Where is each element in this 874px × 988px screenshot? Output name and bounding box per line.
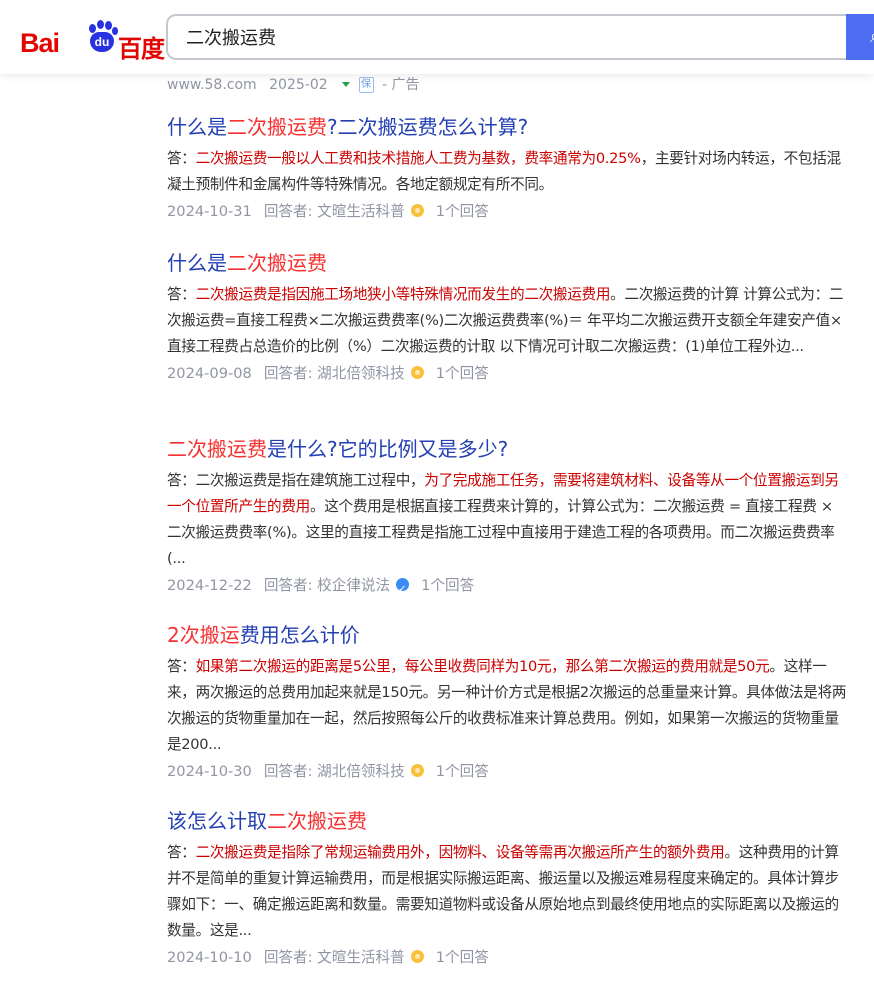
title-keyword: 二次搬运费 [167,437,267,461]
expert-badge-icon [410,949,424,963]
abstract-text: 答：二次搬运费是指在建筑施工过程中， [167,472,425,489]
result-abstract: 答：二次搬运费是指在建筑施工过程中，为了完成施工任务，需要将建筑材料、设备等从一… [167,468,847,572]
abstract-text: 答： [167,658,196,675]
answerer-name[interactable]: 回答者: 湖北倍领科技 [264,365,405,382]
expert-badge-icon [410,763,424,777]
abstract-text: 答： [167,150,196,167]
title-keyword: 二次搬运费 [267,809,367,833]
answer-date: 2024-10-31 [167,203,252,220]
title-text: 是什么?它的比例又是多少? [267,437,509,461]
result-meta: 2024-10-10 回答者: 文暄生活科普 1个回答 [167,944,847,972]
abstract-text: 答： [167,844,196,861]
search-button[interactable]: ⌕ [846,14,874,60]
result-meta: 2024-09-08 回答者: 湖北倍领科技 1个回答 [167,360,847,388]
abstract-highlight: 二次搬运费是指因施工场地狭小等特殊情况而发生的二次搬运费用 [195,286,611,303]
search-box [166,14,846,60]
result-abstract: 答：二次搬运费是指除了常规运输费用外，因物料、设备等需再次搬运所产生的额外费用。… [167,840,847,944]
search-result: 什么是二次搬运费答：二次搬运费是指因施工场地狭小等特殊情况而发生的二次搬运费用。… [167,250,847,388]
search-result: 该怎么计取二次搬运费答：二次搬运费是指除了常规运输费用外，因物料、设备等需再次搬… [167,808,847,972]
answer-date: 2024-10-10 [167,949,252,966]
result-title-link[interactable]: 二次搬运费是什么?它的比例又是多少? [167,436,847,462]
search-result: 2次搬运费用怎么计价答：如果第二次搬运的距离是5公里，每公里收费同样为10元，那… [167,622,847,786]
title-keyword: 2次搬运 [167,623,240,647]
search-input[interactable] [186,16,826,58]
title-keyword: 二次搬运费 [227,251,327,275]
ad-date: 2025-02 [269,77,328,93]
result-title-link[interactable]: 2次搬运费用怎么计价 [167,622,847,648]
answer-date: 2024-10-30 [167,763,252,780]
result-title-link[interactable]: 该怎么计取二次搬运费 [167,808,847,834]
dropdown-arrow-icon[interactable] [342,81,351,87]
logo-du-text: du [90,32,114,52]
expert-badge-icon [410,203,424,217]
title-text: 费用怎么计价 [239,623,360,647]
ad-source-line: www.58.com 2025-02 保 - 广告 [167,74,420,94]
answer-count[interactable]: 1个回答 [436,365,489,382]
search-result: 二次搬运费是什么?它的比例又是多少? 答：二次搬运费是指在建筑施工过程中，为了完成… [167,436,847,604]
answer-count[interactable]: 1个回答 [436,949,489,966]
answerer-name[interactable]: 回答者: 文暄生活科普 [264,949,405,966]
result-abstract: 答：二次搬运费一般以人工费和技术措施人工费为基数，费率通常为0.25%，主要针对… [167,146,847,198]
top-header: Bai du 百度 ⌕ [0,0,874,74]
expert-badge-icon [410,365,424,379]
ad-domain[interactable]: www.58.com [167,77,257,93]
abstract-highlight: 二次搬运费一般以人工费和技术措施人工费为基数，费率通常为0.25% [195,150,641,167]
logo-text-cn: 百度 [118,35,165,63]
result-abstract: 答：二次搬运费是指因施工场地狭小等特殊情况而发生的二次搬运费用。二次搬运费的计算… [167,282,847,360]
shield-icon[interactable]: 保 [358,77,374,93]
result-meta: 2024-12-22 回答者: 校企律说法 1个回答 [167,572,847,604]
search-result: 什么是二次搬运费?二次搬运费怎么计算? 答：二次搬运费一般以人工费和技术措施人工费… [167,114,847,226]
logo-text-en: Bai [20,28,60,58]
baidu-logo[interactable]: Bai du 百度 [20,16,165,63]
answerer-name[interactable]: 回答者: 文暄生活科普 [264,203,405,220]
answer-count[interactable]: 1个回答 [436,763,489,780]
result-title-link[interactable]: 什么是二次搬运费 [167,250,847,276]
answer-count[interactable]: 1个回答 [421,577,474,594]
search-icon: ⌕ [870,26,874,47]
result-meta: 2024-10-31 回答者: 文暄生活科普 1个回答 [167,198,847,226]
title-text: 什么是 [167,115,227,139]
answer-count[interactable]: 1个回答 [436,203,489,220]
title-text: 什么是 [167,251,227,275]
result-abstract: 答：如果第二次搬运的距离是5公里，每公里收费同样为10元，那么第二次搬运的费用就… [167,654,847,758]
result-meta: 2024-10-30 回答者: 湖北倍领科技 1个回答 [167,758,847,786]
abstract-highlight: 二次搬运费是指除了常规运输费用外，因物料、设备等需再次搬运所产生的额外费用 [195,844,725,861]
ad-label: - 广告 [382,77,420,93]
answer-date: 2024-12-22 [167,577,252,594]
title-text: 该怎么计取 [167,809,267,833]
result-title-link[interactable]: 什么是二次搬运费?二次搬运费怎么计算? [167,114,847,140]
answerer-name[interactable]: 回答者: 校企律说法 [264,577,390,594]
title-keyword: 二次搬运费 [227,115,327,139]
answer-date: 2024-09-08 [167,365,252,382]
paw-icon: du [86,20,118,52]
verified-badge-icon [396,576,410,604]
abstract-text: 答： [167,286,196,303]
answerer-name[interactable]: 回答者: 湖北倍领科技 [264,763,405,780]
abstract-highlight: 如果第二次搬运的距离是5公里，每公里收费同样为10元，那么第二次搬运的费用就是5… [195,658,770,675]
title-text: ?二次搬运费怎么计算? [327,115,529,139]
